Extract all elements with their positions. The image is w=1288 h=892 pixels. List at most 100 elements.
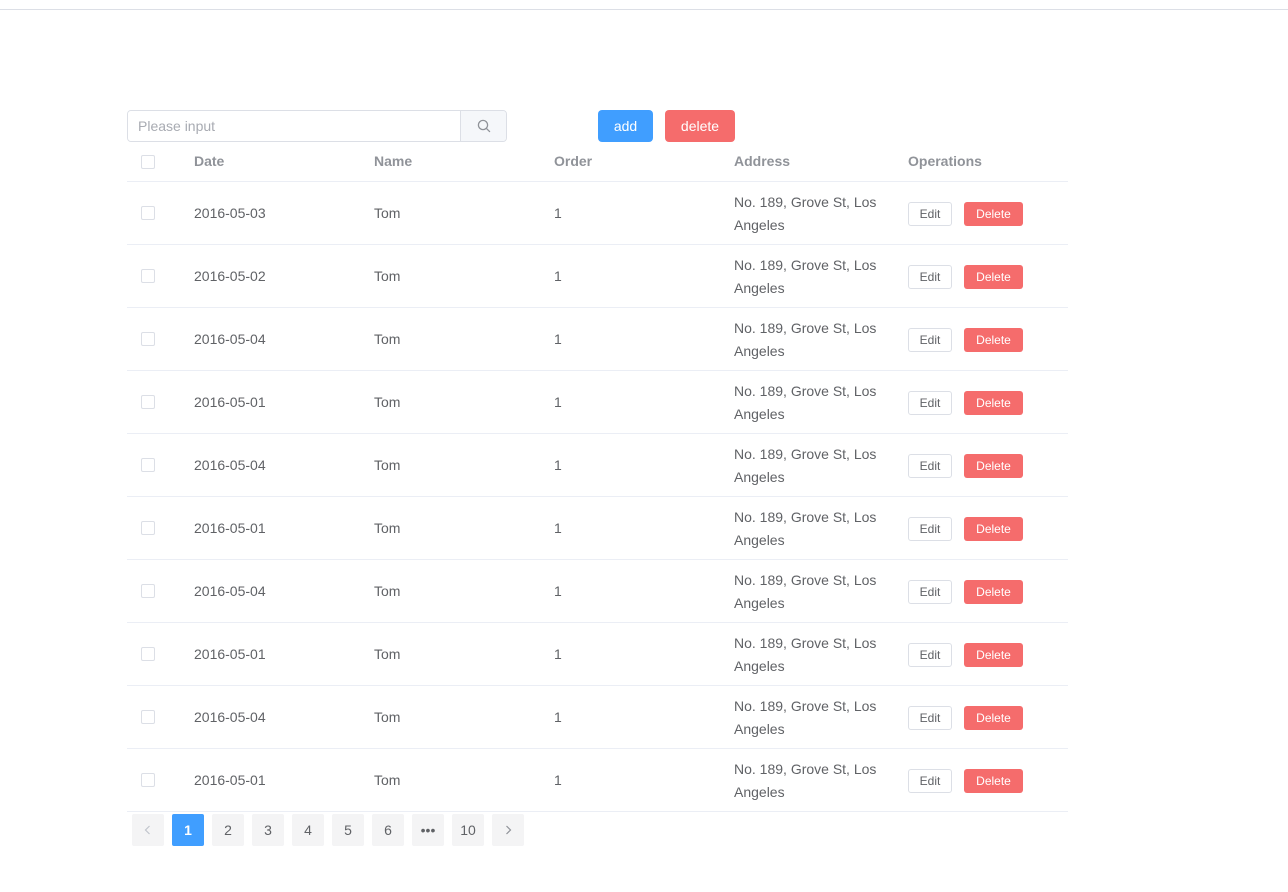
cell-address: No. 189, Grove St, Los Angeles (734, 509, 877, 548)
table-row: 2016-05-01 Tom 1 No. 189, Grove St, Los Ang… (127, 497, 1068, 560)
add-button[interactable]: add (598, 110, 653, 142)
row-delete-button[interactable]: Delete (964, 454, 1023, 478)
row-checkbox[interactable] (141, 584, 155, 598)
table-row: 2016-05-01 Tom 1 No. 189, Grove St, Los Ang… (127, 749, 1068, 812)
row-delete-button[interactable]: Delete (964, 391, 1023, 415)
cell-order: 1 (554, 709, 562, 725)
cell-address: No. 189, Grove St, Los Angeles (734, 635, 877, 674)
edit-button[interactable]: Edit (908, 580, 952, 604)
page-button[interactable]: 4 (292, 814, 324, 846)
more-pages-button[interactable]: ••• (412, 814, 444, 846)
header-name[interactable]: Name (374, 142, 412, 181)
cell-date: 2016-05-03 (194, 205, 266, 221)
cell-date: 2016-05-01 (194, 394, 266, 410)
row-checkbox[interactable] (141, 206, 155, 220)
cell-name: Tom (374, 268, 401, 284)
cell-name: Tom (374, 394, 401, 410)
table-row: 2016-05-04 Tom 1 No. 189, Grove St, Los Ang… (127, 434, 1068, 497)
table-row: 2016-05-04 Tom 1 No. 189, Grove St, Los Ang… (127, 308, 1068, 371)
row-delete-button[interactable]: Delete (964, 580, 1023, 604)
edit-button[interactable]: Edit (908, 391, 952, 415)
edit-button[interactable]: Edit (908, 769, 952, 793)
row-checkbox[interactable] (141, 395, 155, 409)
cell-name: Tom (374, 646, 401, 662)
cell-address: No. 189, Grove St, Los Angeles (734, 320, 877, 359)
cell-order: 1 (554, 457, 562, 473)
cell-address: No. 189, Grove St, Los Angeles (734, 761, 877, 800)
row-delete-button[interactable]: Delete (964, 265, 1023, 289)
select-all-checkbox[interactable] (141, 155, 155, 169)
row-delete-button[interactable]: Delete (964, 517, 1023, 541)
edit-button[interactable]: Edit (908, 517, 952, 541)
page-button[interactable]: 1 (172, 814, 204, 846)
cell-order: 1 (554, 268, 562, 284)
cell-name: Tom (374, 205, 401, 221)
next-page-button[interactable] (492, 814, 524, 846)
edit-button[interactable]: Edit (908, 454, 952, 478)
data-table: Date Name Order Address Operations 2016-… (127, 142, 1068, 812)
page-button[interactable]: 10 (452, 814, 484, 846)
table-body: 2016-05-03 Tom 1 No. 189, Grove St, Los Ang… (127, 182, 1068, 812)
cell-name: Tom (374, 520, 401, 536)
table-row: 2016-05-02 Tom 1 No. 189, Grove St, Los Ang… (127, 245, 1068, 308)
cell-name: Tom (374, 331, 401, 347)
cell-address: No. 189, Grove St, Los Angeles (734, 194, 877, 233)
table-row: 2016-05-03 Tom 1 No. 189, Grove St, Los Ang… (127, 182, 1068, 245)
header-order[interactable]: Order (554, 142, 592, 181)
row-delete-button[interactable]: Delete (964, 202, 1023, 226)
row-checkbox[interactable] (141, 269, 155, 283)
search-icon (477, 119, 490, 133)
search-box (127, 110, 507, 142)
edit-button[interactable]: Edit (908, 643, 952, 667)
cell-name: Tom (374, 709, 401, 725)
page-button[interactable]: 6 (372, 814, 404, 846)
header-date[interactable]: Date (194, 142, 224, 181)
cell-address: No. 189, Grove St, Los Angeles (734, 572, 877, 611)
prev-page-button[interactable] (132, 814, 164, 846)
row-delete-button[interactable]: Delete (964, 328, 1023, 352)
cell-name: Tom (374, 583, 401, 599)
cell-name: Tom (374, 457, 401, 473)
cell-date: 2016-05-04 (194, 583, 266, 599)
header-address[interactable]: Address (734, 142, 790, 181)
cell-order: 1 (554, 772, 562, 788)
edit-button[interactable]: Edit (908, 328, 952, 352)
cell-order: 1 (554, 205, 562, 221)
table-row: 2016-05-01 Tom 1 No. 189, Grove St, Los Ang… (127, 623, 1068, 686)
cell-order: 1 (554, 583, 562, 599)
cell-date: 2016-05-04 (194, 709, 266, 725)
table-row: 2016-05-01 Tom 1 No. 189, Grove St, Los Ang… (127, 371, 1068, 434)
table-row: 2016-05-04 Tom 1 No. 189, Grove St, Los Ang… (127, 560, 1068, 623)
cell-date: 2016-05-01 (194, 520, 266, 536)
page-button[interactable]: 5 (332, 814, 364, 846)
edit-button[interactable]: Edit (908, 202, 952, 226)
cell-date: 2016-05-01 (194, 772, 266, 788)
row-checkbox[interactable] (141, 647, 155, 661)
page-button[interactable]: 2 (212, 814, 244, 846)
chevron-left-icon (144, 825, 150, 835)
search-input[interactable] (128, 111, 460, 141)
row-delete-button[interactable]: Delete (964, 643, 1023, 667)
cell-order: 1 (554, 520, 562, 536)
cell-address: No. 189, Grove St, Los Angeles (734, 698, 877, 737)
row-checkbox[interactable] (141, 710, 155, 724)
header-operations: Operations (908, 153, 982, 169)
table-row: 2016-05-04 Tom 1 No. 189, Grove St, Los Ang… (127, 686, 1068, 749)
page-button[interactable]: 3 (252, 814, 284, 846)
edit-button[interactable]: Edit (908, 265, 952, 289)
cell-address: No. 189, Grove St, Los Angeles (734, 446, 877, 485)
row-checkbox[interactable] (141, 773, 155, 787)
cell-order: 1 (554, 646, 562, 662)
row-checkbox[interactable] (141, 521, 155, 535)
edit-button[interactable]: Edit (908, 706, 952, 730)
search-button[interactable] (460, 111, 506, 141)
cell-address: No. 189, Grove St, Los Angeles (734, 257, 877, 296)
row-checkbox[interactable] (141, 332, 155, 346)
row-checkbox[interactable] (141, 458, 155, 472)
chevron-right-icon (506, 825, 512, 835)
cell-date: 2016-05-04 (194, 331, 266, 347)
cell-name: Tom (374, 772, 401, 788)
row-delete-button[interactable]: Delete (964, 769, 1023, 793)
delete-button[interactable]: delete (665, 110, 735, 142)
row-delete-button[interactable]: Delete (964, 706, 1023, 730)
